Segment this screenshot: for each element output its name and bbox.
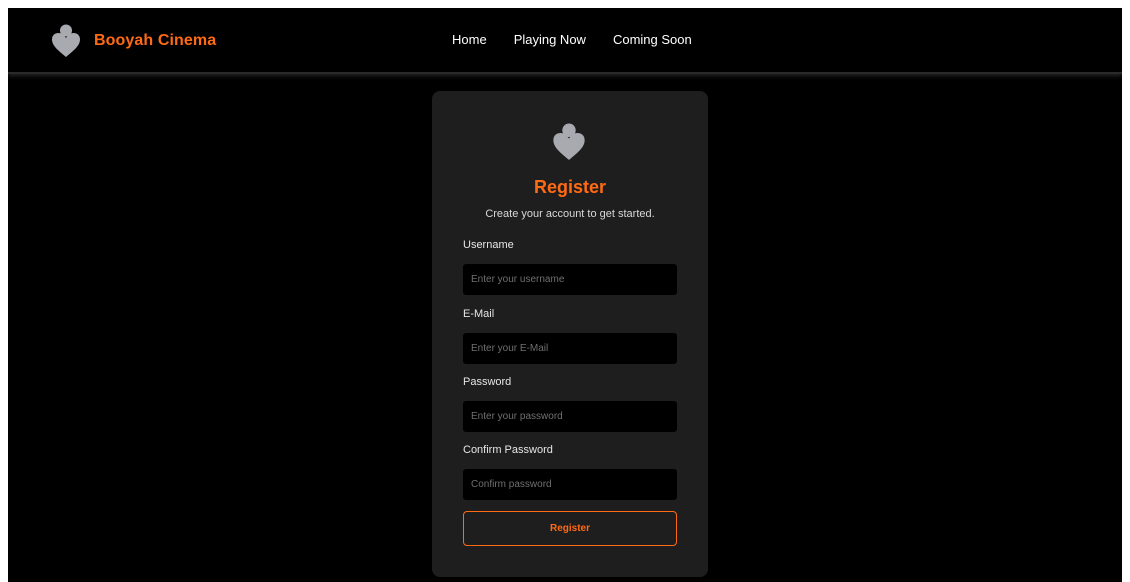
heart-drop-icon [553,123,585,160]
confirm-password-input[interactable] [463,469,677,500]
page-subtitle: Create your account to get started. [485,208,655,220]
page-title: Register [533,177,607,197]
register-button[interactable]: Register [463,511,677,546]
app-frame: Booyah Cinema Home Playing Now Coming So… [8,8,1122,582]
confirm-password-label: Confirm Password [463,444,553,456]
username-label: Username [463,239,514,251]
password-input[interactable] [463,401,677,432]
brand[interactable]: Booyah Cinema [50,24,216,58]
register-card: Register Create your account to get star… [432,91,708,577]
nav-link-home[interactable]: Home [452,32,487,47]
navbar: Booyah Cinema Home Playing Now Coming So… [8,8,1122,74]
brand-name: Booyah Cinema [94,32,217,49]
nav-link-playing-now[interactable]: Playing Now [514,32,586,47]
password-label: Password [463,376,512,388]
username-input[interactable] [463,264,677,295]
email-label: E-Mail [463,308,495,320]
nav-links: Home Playing Now Coming Soon [452,32,692,47]
email-input[interactable] [463,333,677,364]
nav-link-coming-soon[interactable]: Coming Soon [613,32,692,47]
heart-drop-icon [52,24,80,57]
